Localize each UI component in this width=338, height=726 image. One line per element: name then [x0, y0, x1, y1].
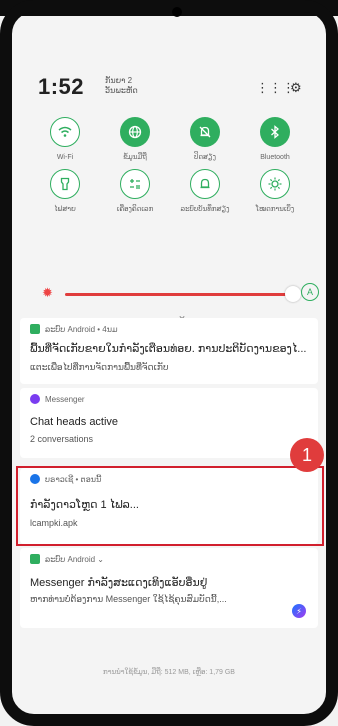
- tile-recorder[interactable]: ລະບົບບັນທຶກສຽງ: [170, 169, 240, 214]
- date-line1: ກັນຍາ 2: [105, 76, 133, 85]
- step-badge: 1: [290, 438, 324, 472]
- notification-title: ພື້ນທີ່ຈັດເກັບຂາຍໃນກຳລັງເຕືອນທ່ອຍ. ການປະ…: [30, 343, 307, 355]
- auto-brightness-button[interactable]: A: [301, 283, 319, 301]
- notification-header: Messenger: [30, 394, 85, 404]
- brightness-track[interactable]: [65, 293, 287, 296]
- tile-label: ປິດສຽງ: [193, 154, 216, 161]
- storage-info: ການນຳໃຊ້ຂໍ້ມູນ, ມືຖື: 512 MB, ເຫຼືອ: 1,7…: [103, 669, 235, 676]
- tile-label: ລະບົບບັນທຶກສຽງ: [180, 206, 230, 213]
- tile-mobile-data[interactable]: ຂໍ້ມູນມືຖື: [100, 117, 170, 162]
- clock: 1:52: [38, 74, 85, 99]
- brightness-slider[interactable]: ✹ A: [32, 283, 319, 304]
- notification-title: Chat heads active: [30, 416, 119, 428]
- brightness-thumb[interactable]: [285, 286, 301, 302]
- android-system-icon: [30, 554, 40, 564]
- phone: 1:52 ກັນຍາ 2 ວັນພະຫັດ ⋮⋮⋮ ⚙ Wi-Fi ຂໍ້ມູນ…: [0, 0, 338, 726]
- tile-label: ເຄື່ອງຄິດເລກ: [116, 206, 154, 213]
- bluetooth-icon: [260, 117, 290, 147]
- bell-icon: [190, 169, 220, 199]
- notification-body: ແຕະເພື່ອໄປທີ່ການຈັດການພື້ນທີ່ຈັດເກັບ: [30, 362, 169, 372]
- tile-calculator[interactable]: ເຄື່ອງຄິດເລກ: [100, 169, 170, 214]
- tile-label: ຂໍ້ມູນມືຖື: [123, 154, 147, 161]
- highlight-box: [16, 466, 324, 546]
- bell-off-icon: [190, 117, 220, 147]
- tile-label: Wi-Fi: [56, 154, 74, 161]
- brightness-icon: [260, 169, 290, 199]
- globe-icon: [120, 117, 150, 147]
- messenger-icon: [30, 394, 40, 404]
- notification-messenger-overlay[interactable]: ລະບົບ Android ⌄ Messenger ກຳລັງສະແດງເທິງ…: [20, 548, 318, 628]
- notification-header: ລະບົບ Android • 4ນມ: [30, 324, 118, 334]
- android-system-icon: [30, 324, 40, 334]
- notification-title: Messenger ກຳລັງສະແດງເທິງແອັບອື່ນຢູ່: [30, 577, 208, 589]
- status-bar: 1:52 ກັນຍາ 2 ວັນພະຫັດ ⋮⋮⋮ ⚙: [12, 12, 326, 107]
- gear-icon[interactable]: ⚙: [290, 80, 302, 96]
- notification-app: Messenger: [45, 394, 85, 404]
- notification-messenger-chat-heads[interactable]: Messenger Chat heads active 2 conversati…: [20, 388, 318, 458]
- tile-label: ໂໝດການເບິ່ງ: [255, 206, 295, 213]
- messenger-icon: ⚡: [292, 604, 306, 618]
- wifi-icon: [50, 117, 80, 147]
- front-camera: [172, 7, 182, 17]
- flashlight-icon: [50, 169, 80, 199]
- tile-label: Bluetooth: [260, 154, 290, 161]
- notification-body: ຫາກທ່ານບໍ່ຕ້ອງການ Messenger ໃຊ້ໄຊ້ຄຸນສົມ…: [30, 594, 227, 604]
- screen: 1:52 ກັນຍາ 2 ວັນພະຫັດ ⋮⋮⋮ ⚙ Wi-Fi ຂໍ້ມູນ…: [12, 12, 326, 714]
- date-line2: ວັນພະຫັດ: [105, 86, 138, 95]
- notification-header: ລະບົບ Android ⌄: [30, 554, 104, 564]
- notification-storage[interactable]: ລະບົບ Android • 4ນມ ພື້ນທີ່ຈັດເກັບຂາຍໃນກ…: [20, 318, 318, 384]
- tile-flashlight[interactable]: ໄຟສາຍ: [30, 169, 100, 214]
- sun-icon: ✹: [42, 285, 53, 300]
- tile-mute[interactable]: ປິດສຽງ: [170, 117, 240, 162]
- phone-frame-top: [0, 0, 338, 16]
- notification-app: ລະບົບ Android ⌄: [45, 554, 104, 564]
- notification-body: 2 conversations: [30, 434, 94, 444]
- notification-app: ລະບົບ Android • 4ນມ: [45, 324, 118, 334]
- tile-view-mode[interactable]: ໂໝດການເບິ່ງ: [240, 169, 310, 214]
- tile-bluetooth[interactable]: Bluetooth: [240, 117, 310, 162]
- tile-label: ໄຟສາຍ: [54, 206, 76, 213]
- tile-wifi[interactable]: Wi-Fi: [30, 117, 100, 162]
- date: ກັນຍາ 2 ວັນພະຫັດ: [105, 76, 138, 96]
- calculator-icon: [120, 169, 150, 199]
